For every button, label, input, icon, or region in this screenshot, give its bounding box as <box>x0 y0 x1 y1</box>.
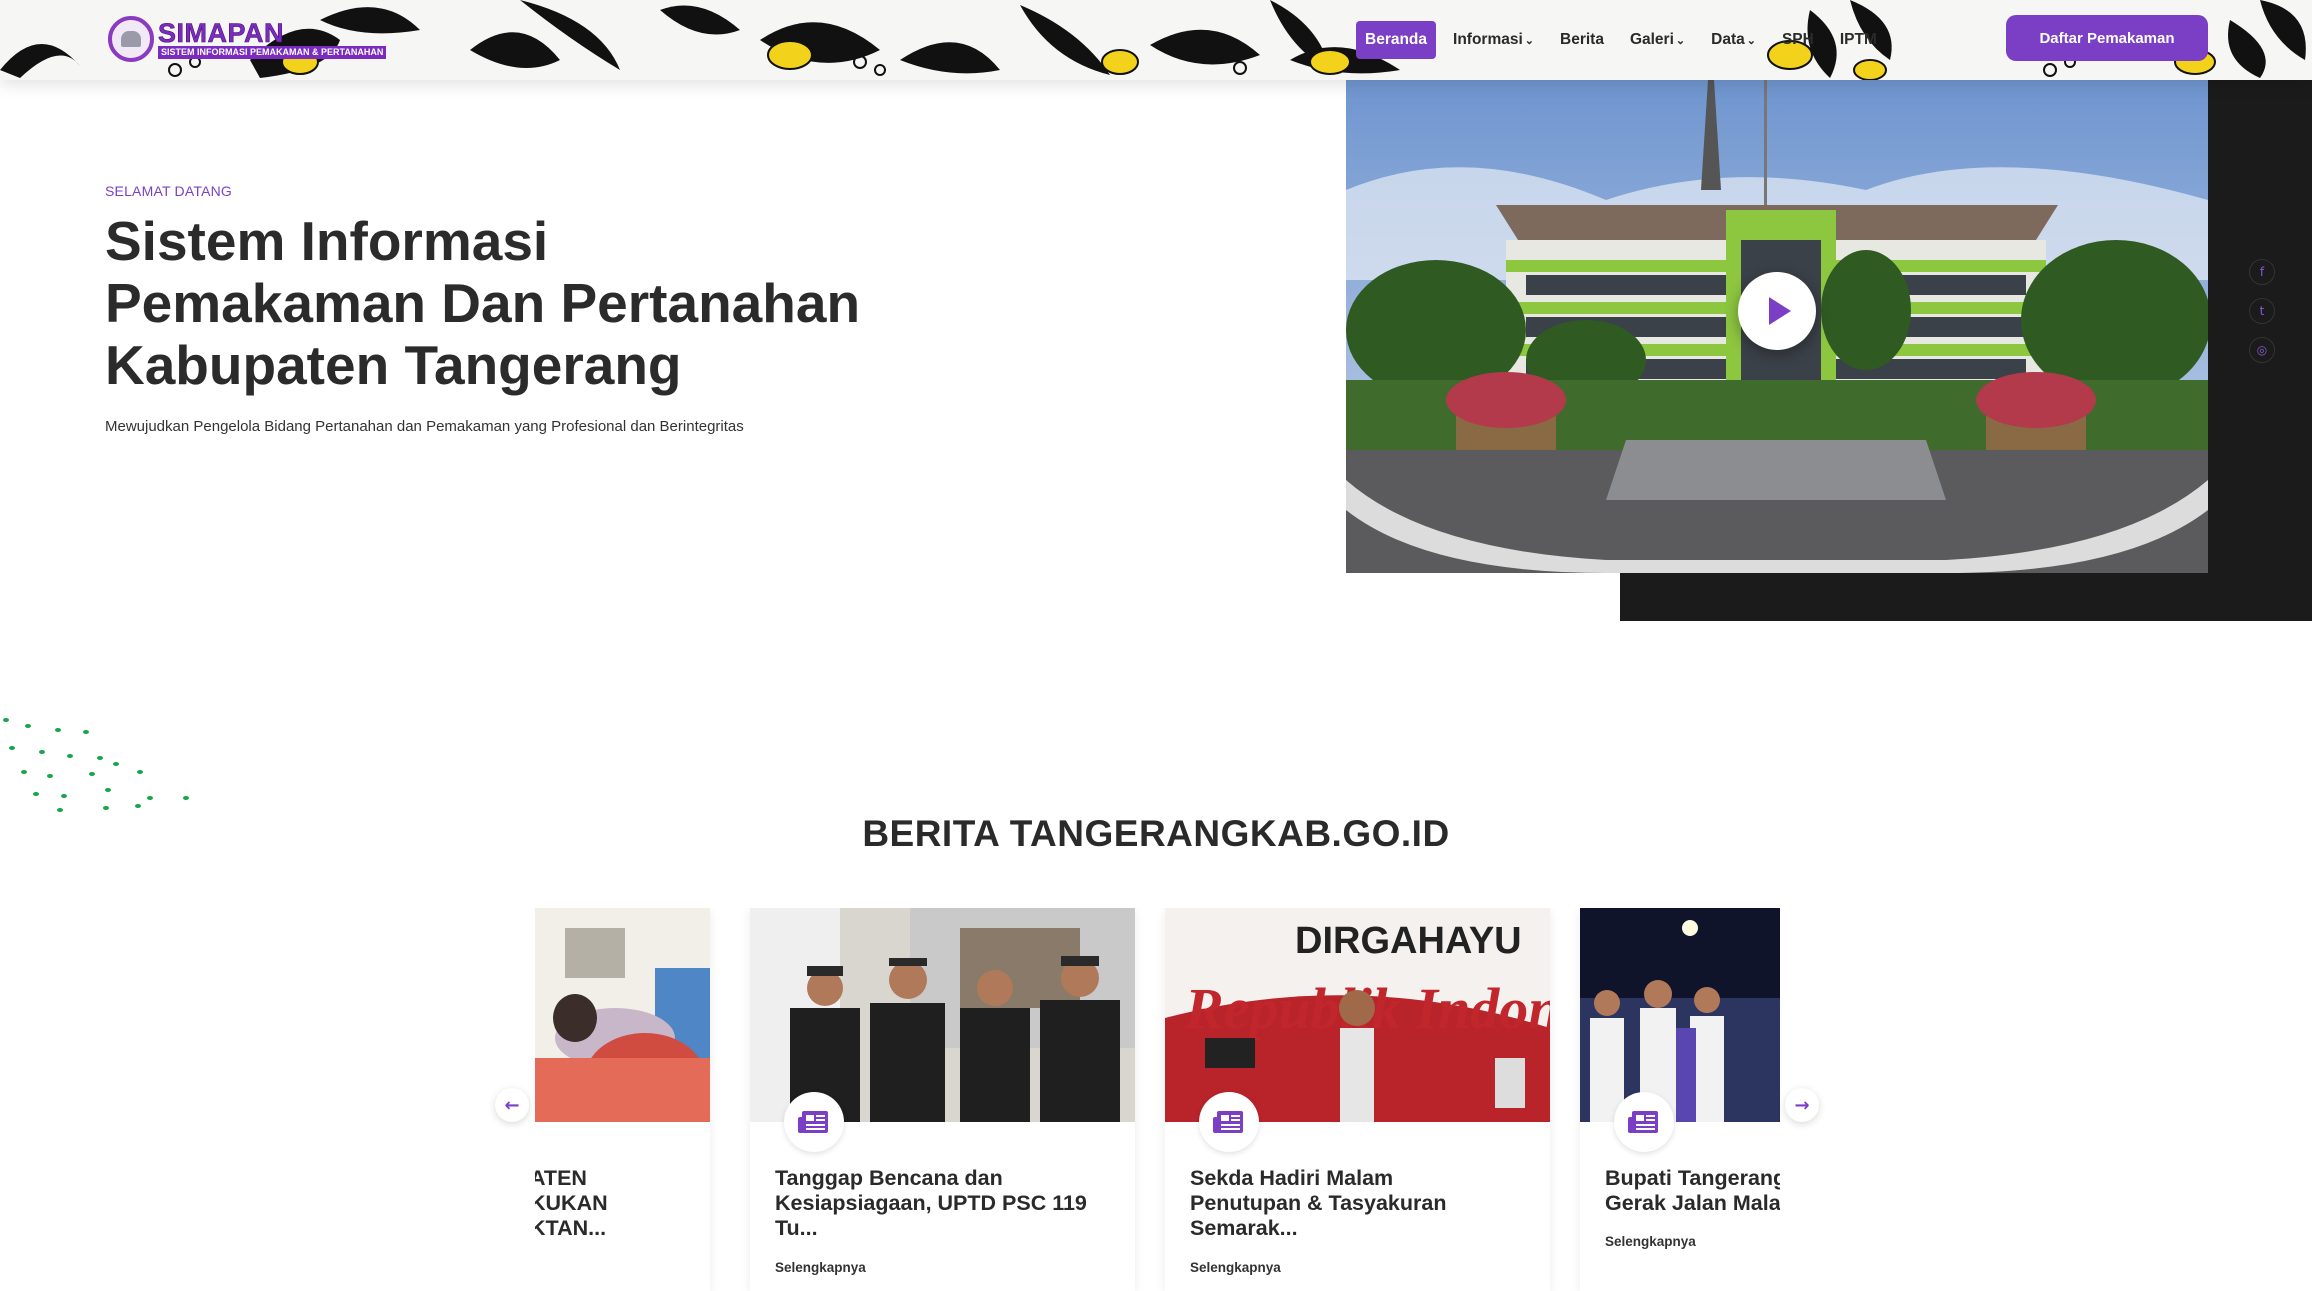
nav-item-label: Galeri <box>1629 31 1674 48</box>
news-title-line: Penutupan & Tasyakuran <box>1190 1191 1447 1215</box>
news-photo <box>1580 908 1780 1122</box>
nav-item-label: Informasi <box>1453 31 1523 48</box>
newspaper-icon <box>1213 1111 1243 1133</box>
daftar-pemakaman-button[interactable]: Daftar Pemakaman <box>2006 15 2208 61</box>
decorative-leaf-dots <box>3 718 189 812</box>
news-card[interactable]: Bupati Tangerang Gerak Jalan Malam Selen… <box>1580 908 1780 1291</box>
news-title-line: Bupati Tangerang <box>1605 1166 1780 1190</box>
nav-item-data[interactable]: Data ⌄ <box>1702 21 1765 59</box>
nav-item-berita[interactable]: Berita <box>1551 21 1613 59</box>
newspaper-icon <box>798 1111 828 1133</box>
news-photo: DIRGAHAYU Republik Indonesia <box>1165 908 1550 1122</box>
nav-item-label: Data <box>1711 31 1745 48</box>
nav-item-iptm[interactable]: IPTM <box>1831 21 1886 59</box>
news-photo <box>535 908 710 1122</box>
logo-emblem <box>108 16 154 62</box>
read-more-link[interactable]: Selengkapnya <box>775 1260 866 1275</box>
hero-title-line: Pemakaman Dan Pertanahan <box>105 272 861 334</box>
news-card[interactable]: DIRGAHAYU Republik Indonesia Sekda Hadir… <box>1165 908 1550 1291</box>
news-title-line: Gerak Jalan Malam <box>1605 1191 1780 1215</box>
arrow-right-icon: → <box>1794 1094 1810 1116</box>
news-card[interactable]: Tanggap Bencana dan Kesiapsiagaan, UPTD … <box>750 908 1135 1291</box>
hero-title: Sistem Informasi Pemakaman Dan Pertanaha… <box>105 210 1005 396</box>
nav-item-label: Beranda <box>1365 31 1428 48</box>
nav-item-label: Berita <box>1560 31 1604 48</box>
nav-item-sph[interactable]: SPH <box>1773 21 1823 59</box>
chevron-down-icon: ⌄ <box>1524 35 1535 47</box>
news-title[interactable]: Bupati Tangerang Gerak Jalan Malam <box>1605 1166 1780 1216</box>
brand-name: SIMAPAN <box>158 17 285 48</box>
twitter-icon[interactable]: t <box>2249 298 2275 324</box>
news-badge <box>1614 1092 1674 1152</box>
news-title[interactable]: Sekda Hadiri Malam Penutupan & Tasyakura… <box>1190 1166 1530 1241</box>
instagram-icon[interactable]: ◎ <box>2249 337 2275 363</box>
news-photo <box>750 908 1135 1122</box>
arrow-left-icon: ← <box>504 1094 520 1116</box>
nav-item-beranda[interactable]: Beranda <box>1356 21 1437 59</box>
news-title-line: Kesiapsiagaan, UPTD PSC 119 <box>775 1191 1087 1215</box>
hero-title-line: Kabupaten Tangerang <box>105 334 682 396</box>
site-logo[interactable]: SIMAPAN SISTEM INFORMASI PEMAKAMAN & PER… <box>108 14 387 64</box>
chevron-down-icon: ⌄ <box>1675 35 1686 47</box>
chevron-down-icon: ⌄ <box>1746 35 1756 47</box>
brand-tagline: SISTEM INFORMASI PEMAKAMAN & PERTANAHAN <box>158 45 387 59</box>
play-icon <box>1769 297 1791 325</box>
news-section-title: BERITA TANGERANGKAB.GO.ID <box>862 813 1450 854</box>
newspaper-icon <box>1628 1111 1658 1133</box>
news-title[interactable]: Tanggap Bencana dan Kesiapsiagaan, UPTD … <box>775 1166 1115 1241</box>
nav-item-label: SPH <box>1781 31 1814 48</box>
photo-banner-text: DIRGAHAYU <box>1295 920 1522 962</box>
news-title-line: Tu... <box>775 1216 818 1240</box>
carousel-next-button[interactable]: → <box>1785 1088 1819 1122</box>
read-more-link[interactable]: Selengkapnya <box>1605 1234 1696 1249</box>
news-badge <box>1199 1092 1259 1152</box>
hero-kicker: SELAMAT DATANG <box>105 183 233 199</box>
news-card[interactable]: ATEN KUKAN KTAN... <box>535 908 710 1291</box>
nav-item-galeri[interactable]: Galeri ⌄ <box>1621 21 1694 59</box>
news-title-line: Tanggap Bencana dan <box>775 1166 1003 1190</box>
news-badge <box>784 1092 844 1152</box>
play-video-button[interactable] <box>1738 272 1816 350</box>
nav-item-label: IPTM <box>1839 31 1877 48</box>
news-title-line: Sekda Hadiri Malam <box>1190 1166 1394 1190</box>
facebook-icon[interactable]: f <box>2249 259 2275 285</box>
news-title-line: Semarak... <box>1190 1216 1298 1240</box>
hero-subtitle: Mewujudkan Pengelola Bidang Pertanahan d… <box>105 418 744 435</box>
nav-item-informasi[interactable]: Informasi ⌄ <box>1444 21 1543 59</box>
site-header: SIMAPAN SISTEM INFORMASI PEMAKAMAN & PER… <box>0 0 2312 80</box>
carousel-prev-button[interactable]: ← <box>495 1088 529 1122</box>
hero-title-line: Sistem Informasi <box>105 210 549 272</box>
main-nav: Beranda Informasi ⌄ Berita Galeri ⌄ Data ⌄ SPH IP… <box>1356 20 1894 60</box>
news-carousel: ATEN KUKAN KTAN... Tanggap Bencana dan K… <box>535 908 1780 1291</box>
read-more-link[interactable]: Selengkapnya <box>1190 1260 1281 1275</box>
